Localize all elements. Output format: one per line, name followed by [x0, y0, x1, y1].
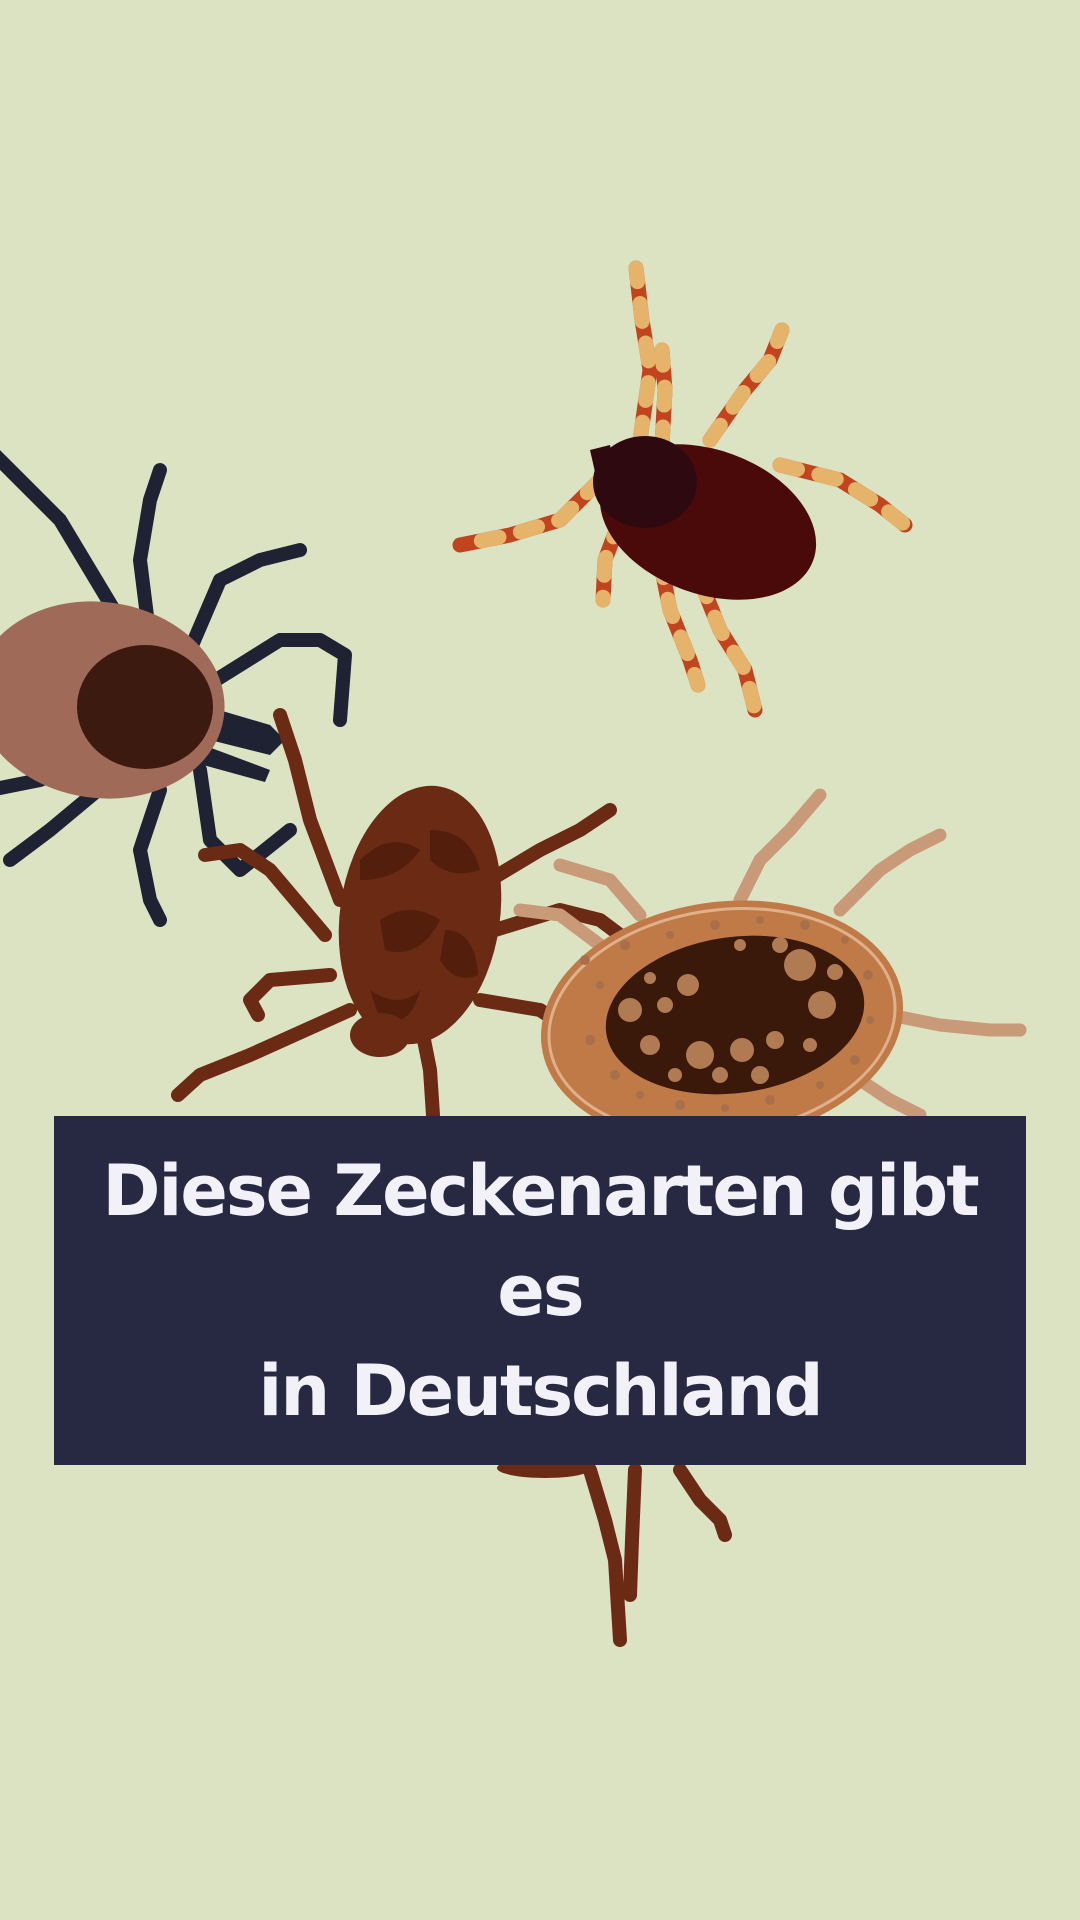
title-banner: Diese Zeckenarten gibt es in Deutschland: [54, 1116, 1026, 1465]
red-striped-tick: [452, 260, 913, 718]
tan-spotted-tick: [513, 788, 1027, 1144]
black-legged-tick: [0, 450, 352, 927]
ticks-illustration: [0, 260, 1027, 1647]
page-title: Diese Zeckenarten gibt es in Deutschland: [74, 1141, 1006, 1441]
title-line-2: in Deutschland: [258, 1349, 823, 1432]
title-line-1: Diese Zeckenarten gibt es: [102, 1149, 979, 1332]
